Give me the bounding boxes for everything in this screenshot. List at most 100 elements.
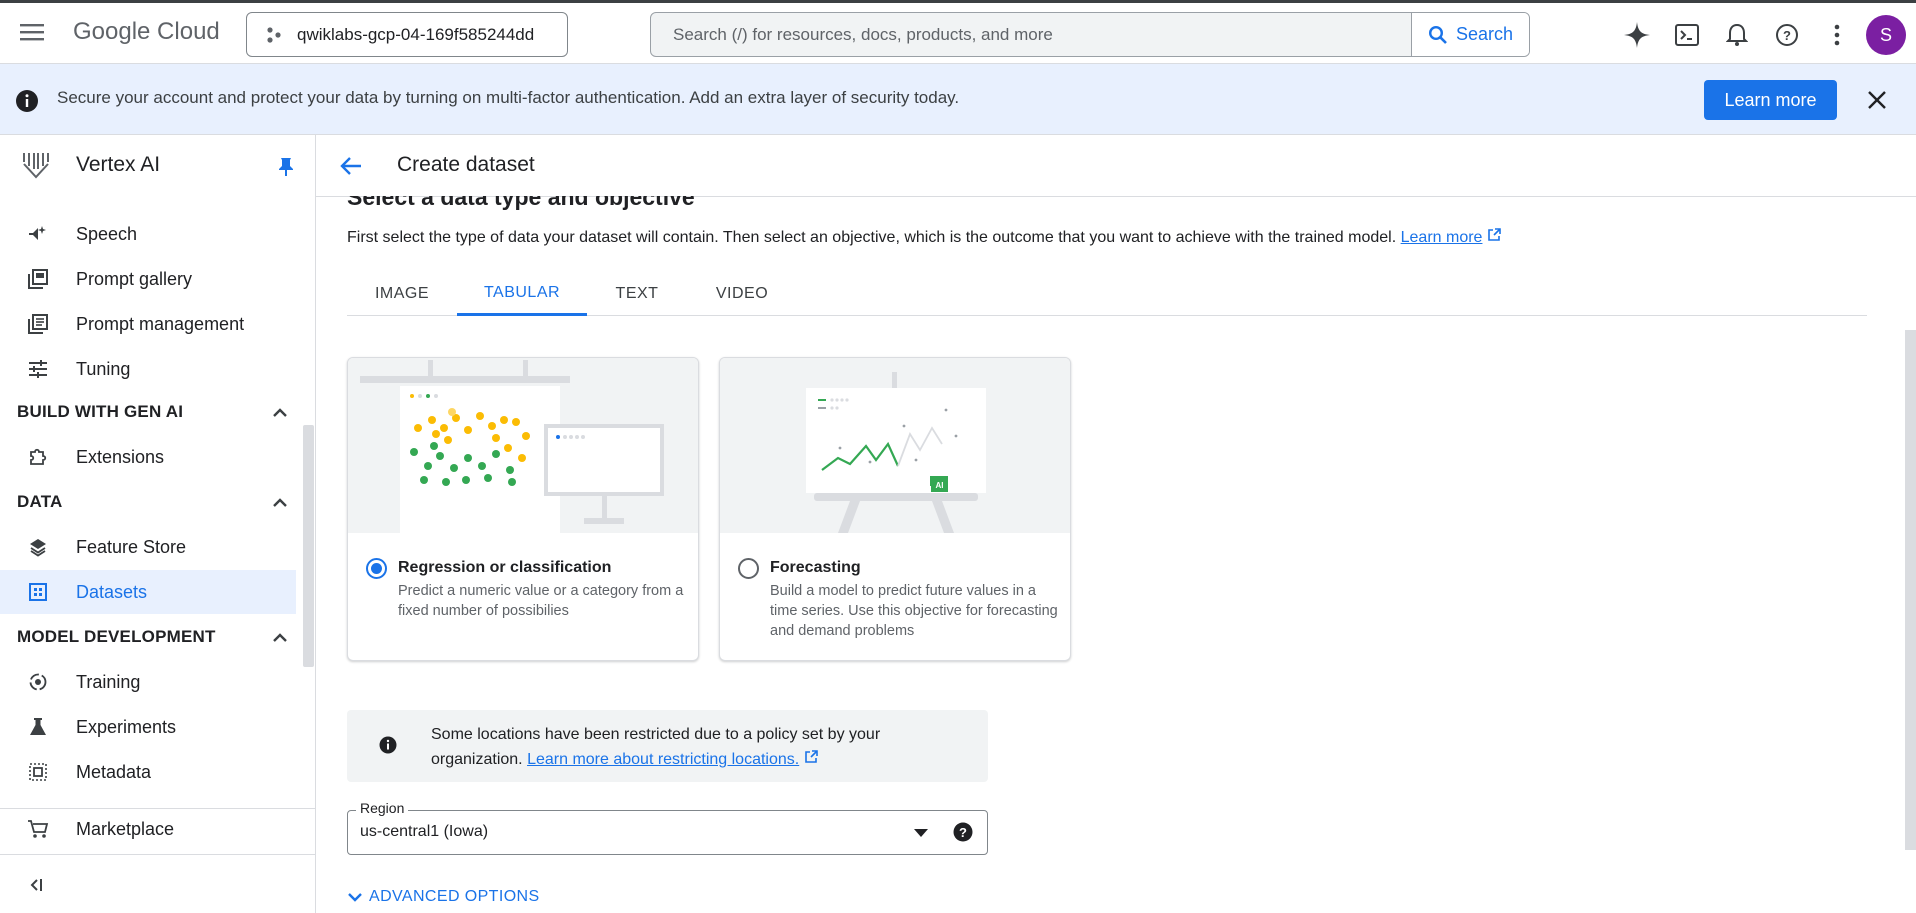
tab-label: IMAGE (374, 285, 430, 302)
section-heading-clip: Select a data type and objective (347, 196, 1107, 210)
dropdown-arrow-icon[interactable] (914, 829, 928, 837)
account-avatar[interactable]: S (1866, 15, 1906, 55)
forecast-easel-illustration: AI (806, 372, 986, 533)
forecasting-illustration: AI (720, 358, 1070, 533)
search-button[interactable]: Search (1411, 13, 1529, 56)
project-name: qwiklabs-gcp-04-169f585244dd (297, 24, 535, 44)
objective-card-regression[interactable]: Regression or classification Predict a n… (347, 357, 699, 661)
sidebar-item-extensions[interactable]: Extensions (0, 435, 296, 479)
intro-text: First select the type of data your datas… (347, 228, 1501, 247)
project-picker[interactable]: qwiklabs-gcp-04-169f585244dd (246, 12, 568, 57)
help-button[interactable]: ? (1767, 15, 1807, 55)
datasets-icon (29, 583, 47, 601)
sidebar-item-datasets[interactable]: Datasets (0, 570, 296, 614)
gallery-icon (28, 269, 48, 289)
objective-card-forecasting[interactable]: AI Forecasting Build a model to predict … (719, 357, 1071, 661)
section-build-with-gen-ai[interactable]: BUILD WITH GEN AI (17, 392, 287, 432)
tuning-icon (29, 360, 47, 378)
avatar-initial: S (1879, 24, 1892, 45)
sidebar-item-feature-store[interactable]: Feature Store (0, 525, 296, 569)
restricting-locations-link[interactable]: Learn more about restricting locations. (527, 751, 799, 768)
card-description: Predict a numeric value or a category fr… (398, 583, 684, 619)
card-title: Regression or classification (398, 559, 612, 576)
search-bar[interactable]: Search (/) for resources, docs, products… (650, 12, 1530, 57)
section-data[interactable]: DATA (17, 482, 287, 522)
metadata-icon (29, 763, 47, 781)
sidebar-item-label: Datasets (76, 581, 148, 602)
tab-text[interactable]: TEXT (587, 272, 687, 316)
sidebar: Vertex AI Speech Prompt gallery Prompt m… (0, 135, 316, 913)
terminal-icon (1675, 24, 1699, 46)
main-menu-button[interactable] (12, 12, 52, 52)
notice-text-block: Some locations have been restricted due … (431, 722, 951, 772)
pin-icon[interactable] (278, 157, 294, 177)
close-banner-button[interactable] (1857, 80, 1897, 120)
cloud-shell-button[interactable] (1667, 15, 1707, 55)
tab-tabular[interactable]: TABULAR (457, 272, 587, 316)
sidebar-item-metadata[interactable]: Metadata (0, 750, 296, 794)
page-header: Create dataset (316, 135, 1916, 197)
collapse-sidebar-button[interactable] (16, 865, 56, 905)
sidebar-item-label: Training (76, 671, 141, 692)
intro-learn-more-link[interactable]: Learn more (1401, 229, 1483, 246)
search-icon (1428, 25, 1447, 44)
sidebar-item-label: Prompt management (76, 313, 245, 334)
sidebar-scrollbar[interactable] (303, 425, 314, 667)
section-model-development[interactable]: MODEL DEVELOPMENT (17, 617, 287, 657)
search-button-label: Search (1455, 24, 1514, 44)
tab-label: VIDEO (715, 285, 769, 302)
banner-message: Secure your account and protect your dat… (57, 88, 960, 107)
sidebar-item-prompt-gallery[interactable]: Prompt gallery (0, 257, 296, 301)
training-icon (29, 673, 47, 691)
product-name: Vertex AI (76, 153, 161, 176)
advanced-options-toggle[interactable]: ADVANCED OPTIONS (347, 888, 540, 906)
section-title: BUILD WITH GEN AI (17, 402, 184, 421)
gemini-button[interactable] (1617, 15, 1657, 55)
region-select[interactable]: Region us-central1 (Iowa) ? (347, 800, 988, 855)
regression-radio[interactable] (366, 558, 387, 579)
prompt-management-icon (28, 314, 48, 334)
notifications-button[interactable] (1717, 15, 1757, 55)
intro-description: First select the type of data your datas… (347, 229, 1397, 246)
forecasting-radio[interactable] (738, 558, 759, 579)
sidebar-item-speech[interactable]: Speech (0, 212, 296, 256)
help-icon: ? (1776, 24, 1798, 46)
search-input[interactable]: Search (/) for resources, docs, products… (651, 25, 1411, 45)
sidebar-item-label: Speech (76, 223, 138, 244)
cart-icon (28, 820, 49, 838)
learn-more-button[interactable]: Learn more (1704, 80, 1837, 120)
card-title: Forecasting (770, 559, 861, 576)
chevron-up-icon (273, 632, 287, 642)
sidebar-header: Vertex AI (0, 135, 316, 197)
tab-label: TABULAR (483, 283, 561, 301)
tab-video[interactable]: VIDEO (687, 272, 797, 316)
layers-icon (30, 539, 46, 557)
sidebar-item-prompt-management[interactable]: Prompt management (0, 302, 296, 346)
sidebar-item-experiments[interactable]: Experiments (0, 705, 296, 749)
back-button[interactable] (331, 146, 371, 186)
page-title: Create dataset (397, 153, 535, 176)
tab-image[interactable]: IMAGE (347, 272, 457, 316)
info-icon (16, 90, 38, 112)
project-icon (267, 26, 281, 43)
sidebar-item-tuning[interactable]: Tuning (0, 347, 296, 391)
more-options-button[interactable] (1817, 15, 1857, 55)
sidebar-item-label: Extensions (76, 446, 165, 467)
sidebar-item-marketplace[interactable]: Marketplace (0, 807, 296, 851)
hamburger-icon (20, 24, 44, 41)
top-bar: Google Cloud qwiklabs-gcp-04-169f585244d… (0, 0, 1916, 64)
google-cloud-logo[interactable]: Google Cloud (73, 18, 220, 46)
sidebar-item-label: Metadata (76, 761, 152, 782)
main-scrollbar[interactable] (1905, 330, 1916, 850)
tab-label: TEXT (615, 285, 659, 302)
collapse-left-icon (30, 879, 42, 891)
svg-text:?: ? (1783, 28, 1791, 43)
sidebar-item-label: Marketplace (76, 818, 175, 839)
help-icon[interactable]: ? (953, 822, 973, 842)
bell-icon (1726, 23, 1748, 46)
sidebar-item-label: Feature Store (76, 536, 187, 557)
close-icon (1868, 91, 1886, 109)
sidebar-item-training[interactable]: Training (0, 660, 296, 704)
learn-more-button-label: Learn more (1724, 89, 1817, 110)
ai-badge-text: AI (936, 481, 944, 490)
